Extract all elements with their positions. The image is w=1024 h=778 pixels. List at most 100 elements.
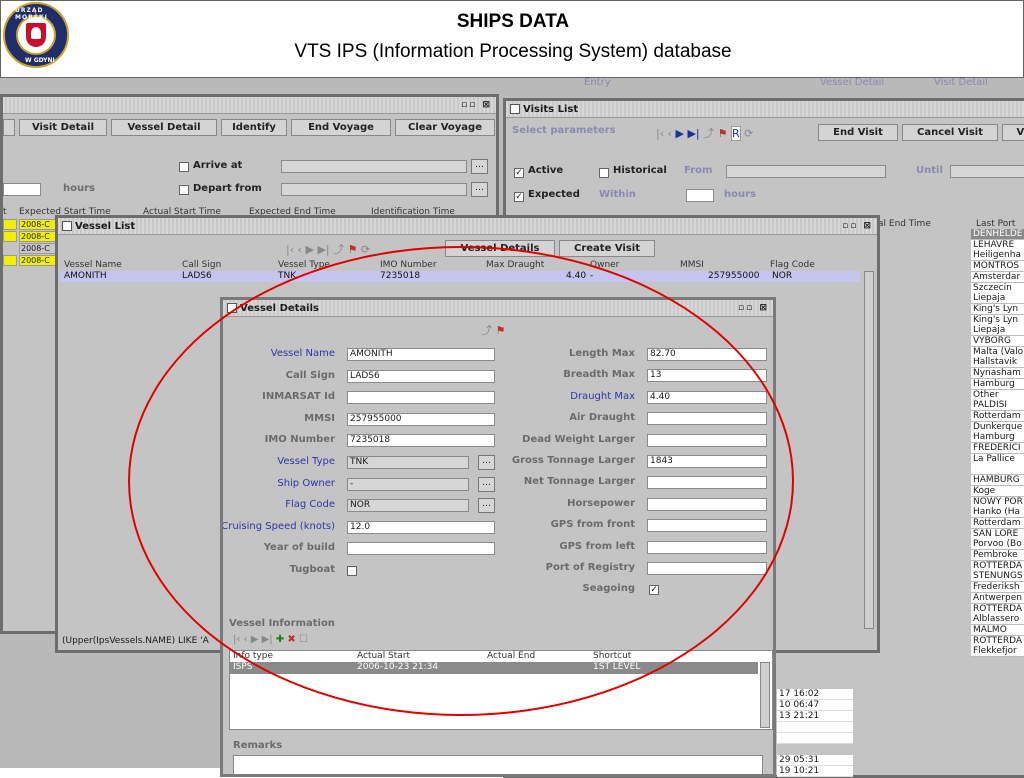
table-row[interactable]: ISPS 2006-10-23 21:34 1ST LEVEL: [230, 662, 758, 674]
last-port-cell[interactable]: LEHAVRE: [971, 239, 1024, 251]
end-time-cell[interactable]: 17 16:02: [777, 689, 853, 700]
last-port-cell[interactable]: ROTTERDA: [971, 560, 1024, 572]
last-port-cell[interactable]: [971, 464, 1024, 476]
table-row[interactable]: 2008-C: [19, 243, 59, 254]
end-voyage-button[interactable]: End Voyage: [291, 119, 391, 136]
vessel-type-picker-button[interactable]: …: [478, 455, 495, 470]
vessel-list-scrollbar[interactable]: [864, 271, 874, 629]
vessel-name-field[interactable]: AMONITH: [347, 348, 495, 361]
column-header[interactable]: Actual Start: [357, 651, 410, 661]
column-header[interactable]: t: [3, 207, 7, 217]
column-header[interactable]: Owner: [590, 260, 619, 270]
flag-code-picker-button[interactable]: …: [478, 498, 495, 514]
until-field[interactable]: [950, 165, 1024, 178]
column-header[interactable]: Actual End: [487, 651, 535, 661]
table-row[interactable]: 2008-C: [19, 219, 59, 230]
last-port-cell[interactable]: Pembroke: [971, 550, 1024, 561]
visit-detail-button[interactable]: Visit Detail: [19, 119, 107, 136]
last-port-cell[interactable]: STENUNGS: [971, 571, 1024, 583]
create-visit-button[interactable]: Create Visit: [559, 240, 655, 257]
arrive-at-checkbox[interactable]: [179, 162, 189, 172]
flag-code-field[interactable]: NOR: [347, 499, 469, 513]
last-port-header[interactable]: Last Port: [976, 219, 1015, 229]
last-port-cell[interactable]: Nynasham: [971, 368, 1024, 380]
table-row[interactable]: 2008-C: [19, 231, 59, 242]
depart-from-field[interactable]: [281, 183, 467, 196]
last-port-cell[interactable]: Amsterdar: [971, 271, 1024, 283]
navigation-icons[interactable]: |‹ ‹ ▶ ▶| ⤴ ⚑ ⟳: [286, 241, 370, 257]
last-port-cell[interactable]: Flekkefjor: [971, 646, 1024, 658]
vessel-detail-button[interactable]: Vessel Detail: [111, 119, 217, 136]
vessel-type-field[interactable]: TNK: [347, 456, 469, 469]
back-vessel-detail-tab[interactable]: Vessel Detail: [820, 77, 884, 88]
end-visit-button[interactable]: End Visit: [818, 124, 898, 141]
last-port-cell[interactable]: DENHELDE: [971, 229, 1024, 240]
last-port-cell[interactable]: Antwerpen: [971, 592, 1024, 604]
hours-input[interactable]: [3, 183, 41, 196]
last-port-cell[interactable]: Other: [971, 389, 1024, 401]
column-header[interactable]: Vessel Type: [278, 260, 330, 270]
last-port-cell[interactable]: Alblassero: [971, 614, 1024, 626]
back-visit-detail-tab[interactable]: Visit Detail: [934, 77, 988, 88]
depart-from-picker-button[interactable]: …: [471, 182, 488, 197]
last-port-cell[interactable]: Hamburg: [971, 378, 1024, 390]
net-tonnage-larger-field[interactable]: [647, 476, 767, 490]
active-checkbox[interactable]: ✓: [514, 168, 524, 178]
column-header[interactable]: Flag Code: [770, 260, 815, 270]
identify-button[interactable]: Identify: [221, 119, 287, 136]
ship-owner-picker-button[interactable]: …: [478, 476, 495, 492]
clear-voyage-button[interactable]: Clear Voyage: [395, 119, 495, 136]
port-of-registry-field[interactable]: [647, 562, 767, 575]
last-port-cell[interactable]: FREDERICI: [971, 443, 1024, 454]
navigation-icons[interactable]: ⤴ ⚑: [481, 322, 505, 338]
column-header[interactable]: Info type: [233, 651, 273, 661]
tugboat-checkbox[interactable]: [347, 566, 357, 576]
end-time-cell[interactable]: 10 06:47: [777, 700, 853, 711]
column-header[interactable]: MMSI: [680, 260, 704, 270]
dead-weight-larger-field[interactable]: [647, 433, 767, 447]
column-header[interactable]: Shortcut: [593, 651, 631, 661]
length-max-field[interactable]: 82.70: [647, 348, 767, 361]
cancel-visit-button[interactable]: Cancel Visit: [902, 124, 998, 141]
from-field[interactable]: [726, 165, 886, 178]
ship-owner-field[interactable]: -: [347, 477, 469, 491]
historical-checkbox[interactable]: [599, 168, 609, 178]
table-row[interactable]: 2008-C: [19, 255, 59, 266]
column-header[interactable]: Vessel Name: [64, 260, 122, 270]
vessel-details-button[interactable]: Vessel Details: [445, 240, 555, 257]
last-port-cell[interactable]: Frederiksh: [971, 582, 1024, 594]
last-port-cell[interactable]: Hanko (Ha: [971, 507, 1024, 519]
seagoing-checkbox[interactable]: ✓: [649, 585, 659, 596]
last-port-cell[interactable]: Malta (Valo: [971, 346, 1024, 358]
gps-from-front-field[interactable]: [647, 519, 767, 533]
last-port-cell[interactable]: Dunkerque: [971, 421, 1024, 433]
last-port-cell[interactable]: Liepaja: [971, 325, 1024, 337]
within-hours-input[interactable]: [686, 189, 714, 202]
last-port-cell[interactable]: Hallstavik: [971, 357, 1024, 369]
last-port-cell[interactable]: Hamburg: [971, 432, 1024, 444]
window-controls-icon[interactable]: ▫▫ ⊠: [461, 100, 492, 110]
draught-max-field[interactable]: 4.40: [647, 390, 767, 404]
end-time-cell[interactable]: [777, 722, 853, 733]
column-header[interactable]: Call Sign: [182, 260, 221, 270]
last-port-cell[interactable]: Porvoo (Bo: [971, 539, 1024, 551]
horsepower-field[interactable]: [647, 497, 767, 511]
last-port-cell[interactable]: King's Lyn: [971, 303, 1024, 315]
breadth-max-field[interactable]: 13: [647, 369, 767, 383]
gross-tonnage-larger-field[interactable]: 1843: [647, 455, 767, 468]
last-port-cell[interactable]: Heiligenha: [971, 250, 1024, 262]
arrive-at-picker-button[interactable]: …: [471, 159, 488, 174]
table-row[interactable]: AMONITH LADS6 TNK 7235018 4.40 - 2579550…: [60, 271, 860, 282]
remarks-textarea[interactable]: [233, 755, 763, 774]
window-controls-icon[interactable]: ▫▫ ⊠: [738, 303, 769, 313]
last-port-cell[interactable]: NOWY POR: [971, 496, 1024, 508]
expected-checkbox[interactable]: ✓: [514, 192, 524, 202]
arrive-at-field[interactable]: [281, 160, 467, 173]
last-port-cell[interactable]: PALDISI: [971, 400, 1024, 412]
last-port-cell[interactable]: ROTTERDA: [971, 603, 1024, 615]
cruising-speed-field[interactable]: 12.0: [347, 520, 495, 534]
last-port-cell[interactable]: MONTROS: [971, 261, 1024, 273]
last-port-cell[interactable]: Liepaja: [971, 293, 1024, 305]
depart-from-checkbox[interactable]: [179, 185, 189, 195]
imo-number-field[interactable]: 7235018: [347, 434, 495, 448]
